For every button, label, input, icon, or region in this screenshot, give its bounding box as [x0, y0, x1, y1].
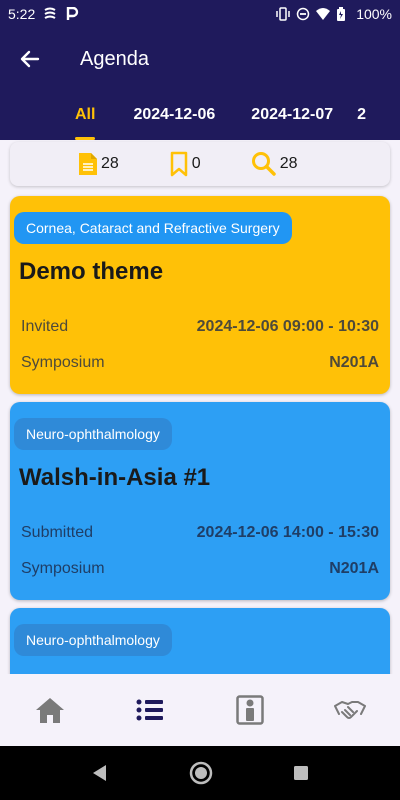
bookmarks-count: 0: [191, 155, 201, 172]
session-status: Submitted: [21, 524, 94, 541]
agenda-list[interactable]: 28 0 28 Cornea, Cataract and Refractive …: [0, 140, 400, 674]
search-count: 28: [279, 155, 298, 172]
notification-s-icon: [43, 7, 57, 21]
session-status-row: Submitted 2024-12-06 14:00 - 15:30: [21, 524, 379, 542]
session-title: Demo theme: [19, 258, 164, 285]
stat-documents[interactable]: 28: [78, 152, 119, 176]
search-icon: [251, 152, 276, 176]
session-type: Symposium: [21, 354, 105, 371]
person-info-icon: [236, 695, 264, 725]
stats-bar: 28 0 28: [10, 142, 390, 186]
session-type: Symposium: [21, 560, 105, 577]
arrow-back-icon: [20, 50, 40, 68]
tab-next[interactable]: 2: [357, 90, 366, 140]
category-chip: Neuro-ophthalmology: [14, 624, 172, 656]
status-bar: 5:22 100%: [0, 0, 400, 28]
session-room: N201A: [329, 560, 379, 577]
agenda-card[interactable]: Cornea, Cataract and Refractive Surgery …: [10, 196, 390, 394]
documents-count: 28: [101, 155, 119, 172]
notification-p-icon: [65, 7, 79, 21]
agenda-card[interactable]: Neuro-ophthalmology Walsh-in-Asia #1 Sub…: [10, 402, 390, 600]
page-title: Agenda: [80, 47, 149, 70]
wifi-icon: [316, 7, 331, 21]
nav-partners[interactable]: [300, 674, 400, 746]
stat-bookmarks[interactable]: 0: [169, 151, 201, 177]
vibrate-icon: [276, 7, 290, 21]
session-type-row: Symposium N201A: [21, 354, 379, 372]
document-icon: [79, 153, 97, 175]
bookmark-icon: [170, 151, 188, 177]
session-datetime: 2024-12-06 09:00 - 10:30: [196, 318, 379, 335]
session-datetime: 2024-12-06 14:00 - 15:30: [196, 524, 379, 541]
category-chip: Neuro-ophthalmology: [14, 418, 172, 450]
status-time: 5:22: [8, 6, 36, 22]
recents-square-icon[interactable]: [293, 765, 309, 781]
app-bar: Agenda: [0, 28, 400, 90]
list-icon: [136, 699, 163, 721]
session-title: Walsh-in-Asia #1: [19, 464, 211, 491]
battery-percent: 100%: [356, 6, 392, 22]
agenda-card[interactable]: Neuro-ophthalmology: [10, 608, 390, 674]
system-navigation-bar: [0, 746, 400, 800]
tab-2024-12-07[interactable]: 2024-12-07: [251, 90, 333, 140]
home-circle-icon[interactable]: [189, 761, 213, 785]
handshake-icon: [334, 701, 366, 719]
session-status-row: Invited 2024-12-06 09:00 - 10:30: [21, 318, 379, 336]
bottom-navigation: [0, 674, 400, 746]
session-type-row: Symposium N201A: [21, 560, 379, 578]
do-not-disturb-icon: [296, 7, 310, 21]
back-triangle-icon[interactable]: [91, 764, 109, 782]
category-chip: Cornea, Cataract and Refractive Surgery: [14, 212, 292, 244]
tab-all[interactable]: All: [75, 90, 96, 140]
tab-2024-12-06[interactable]: 2024-12-06: [133, 90, 215, 140]
nav-profile[interactable]: [200, 674, 300, 746]
session-status: Invited: [21, 318, 69, 335]
home-icon: [36, 698, 64, 723]
back-button[interactable]: [0, 28, 60, 90]
stat-search[interactable]: 28: [251, 151, 298, 177]
nav-home[interactable]: [0, 674, 100, 746]
battery-icon: [336, 7, 350, 21]
date-tabs: All 2024-12-06 2024-12-07 2: [0, 90, 400, 140]
session-room: N201A: [329, 354, 379, 371]
nav-agenda[interactable]: [100, 674, 200, 746]
